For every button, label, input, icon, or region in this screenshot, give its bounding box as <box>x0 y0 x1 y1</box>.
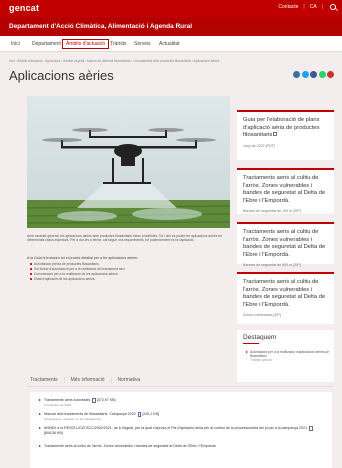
share-icons <box>293 71 334 78</box>
tab-mes-informacio[interactable]: Més informació <box>65 377 112 383</box>
featured-box: Destaquem Autorització per a la realitza… <box>237 330 334 382</box>
pinterest-icon[interactable] <box>327 71 334 78</box>
document-link[interactable]: ANNEX a la RESOLUCIÓ ACC/2902/2021, de 6… <box>39 426 324 435</box>
guide-card[interactable]: Guia per l'elaboració de plans d'aplicac… <box>237 110 334 160</box>
zones-card-100m[interactable]: Tractaments aeris al cultiu de l'arròs. … <box>237 168 334 214</box>
tab-normativa[interactable]: Normativa <box>112 377 147 383</box>
card-title: Guia per l'elaboració de plans d'aplicac… <box>243 117 320 138</box>
facebook-icon[interactable] <box>310 71 317 78</box>
featured-title: Destaquem <box>243 334 277 341</box>
external-link-icon <box>273 132 278 137</box>
whatsapp-icon[interactable] <box>318 71 326 78</box>
zones-card-vulnerable[interactable]: Tractaments aeris al cultiu de l'arròs. … <box>237 272 334 324</box>
top-bar: gencat Contacte | CA | <box>0 0 342 18</box>
tab-tractaments[interactable]: Tractaments <box>27 377 65 383</box>
breadcrumb[interactable]: Inici › Àmbits d'actuació › Agricultura … <box>9 59 219 63</box>
divider <box>27 386 333 387</box>
zones-card-500m[interactable]: Tractaments aeris al cultiu de l'arròs. … <box>237 222 334 267</box>
card-meta: Juny de 2022 [PDF] <box>243 143 275 148</box>
guide-intro: A la Guia hi trobareu tot el procés deta… <box>27 256 138 260</box>
search-icon[interactable] <box>330 4 336 10</box>
document-link[interactable]: Manual dels tractaments de fitosanitaris… <box>39 412 324 421</box>
nav-item-inici[interactable]: Inici <box>8 40 23 48</box>
page-title: Aplicacions aèries <box>9 68 114 83</box>
separator: | <box>321 4 323 10</box>
nav-item-departament[interactable]: Departament <box>29 40 64 48</box>
content-tabs: Tractaments Més informació Normativa <box>27 377 146 383</box>
language-selector[interactable]: CA <box>310 4 317 10</box>
document-link[interactable]: Tractaments aeris al cultiu de l'arròs. … <box>39 444 324 448</box>
list-item: Estat d'aplicació de les aplicacions aèr… <box>30 277 125 282</box>
pdf-icon <box>309 426 313 431</box>
divider <box>243 343 259 344</box>
nav-item-actualitat[interactable]: Actualitat <box>156 40 183 48</box>
document-link[interactable]: Tractaments aeris autoritzats [473,97 KB… <box>39 398 324 407</box>
contact-link[interactable]: Contacte <box>278 4 298 10</box>
pdf-icon <box>137 412 142 417</box>
share-icon[interactable] <box>293 71 300 78</box>
documents-panel: Tractaments aeris autoritzats [473,97 KB… <box>30 392 332 468</box>
card-title: Tractaments aeris al cultiu de l'arròs. … <box>243 175 326 204</box>
featured-link[interactable]: Autorització per a la realització d'apli… <box>246 350 330 363</box>
department-bar: Departament d'Acció Climàtica, Alimentac… <box>0 18 342 36</box>
process-list: Autorització prèvia de productes fitosan… <box>30 262 125 282</box>
card-title: Tractaments aeris al cultiu de l'arròs. … <box>243 279 326 308</box>
card-meta: Bandes de seguretat de 500 m [ZIP] <box>243 263 301 267</box>
nav-item-serveis[interactable]: Serveis <box>131 40 154 48</box>
twitter-icon[interactable] <box>301 71 309 78</box>
top-links: Contacte | CA | <box>278 4 336 10</box>
main-nav: Inici Departament Àmbits d'actuació Tràm… <box>0 36 342 52</box>
department-name[interactable]: Departament d'Acció Climàtica, Alimentac… <box>9 23 192 30</box>
gencat-logo[interactable]: gencat <box>9 3 39 13</box>
intro-caption: Amb caràcter general, les aplicacions aè… <box>27 234 222 243</box>
separator: | <box>303 4 305 10</box>
drone-photo <box>27 96 230 228</box>
pdf-icon <box>92 398 96 403</box>
card-meta: Bandes de seguretat de 100 m [ZIP] <box>243 209 301 213</box>
card-meta: Zones vulnerables [ZIP] <box>243 313 281 317</box>
nav-item-tramits[interactable]: Tràmits <box>107 40 129 48</box>
nav-item-ambits[interactable]: Àmbits d'actuació <box>62 39 110 49</box>
card-title: Tractaments aeris al cultiu de l'arròs. … <box>243 229 326 258</box>
